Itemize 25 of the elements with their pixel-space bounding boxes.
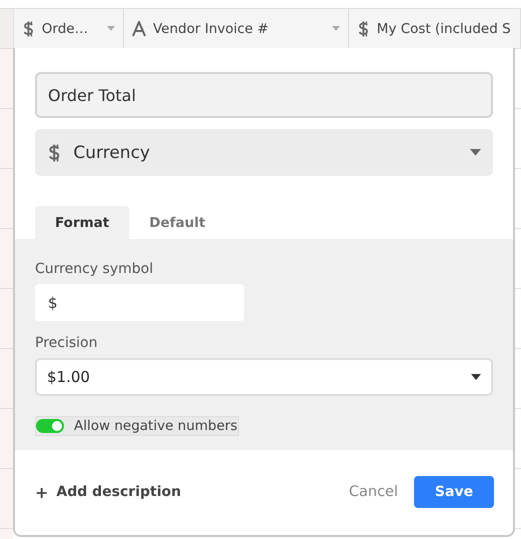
toggle-label: Allow negative numbers: [74, 418, 238, 434]
tab[interactable]: Default: [129, 206, 226, 239]
caret-icon: [470, 149, 481, 156]
add-description-button[interactable]: + Add description: [35, 482, 182, 502]
precision-select[interactable]: $1.00: [35, 358, 493, 396]
field-label: Precision: [35, 335, 98, 351]
cancel-button[interactable]: Cancel: [332, 484, 414, 500]
caret-icon: [332, 26, 340, 31]
toggle-switch[interactable]: [36, 419, 64, 433]
currency-icon: [357, 20, 370, 36]
caret-icon: [471, 374, 481, 380]
field-label: Currency symbol: [35, 261, 154, 277]
tab[interactable]: Format: [35, 206, 130, 239]
column-label: Orde…: [42, 20, 88, 36]
text-type-icon: [132, 20, 146, 36]
column-label: My Cost (included S: [376, 20, 511, 36]
field-type-select[interactable]: Currency: [35, 129, 493, 176]
currency-icon: [47, 144, 62, 162]
caret-icon: [107, 26, 115, 31]
toggle-option[interactable]: Allow negative numbers: [35, 416, 240, 436]
save-button[interactable]: Save: [414, 476, 494, 508]
currency-icon: [22, 20, 35, 36]
column-label: Vendor Invoice #: [153, 20, 269, 36]
field-name-input[interactable]: Order Total: [35, 72, 493, 118]
currency-symbol-input[interactable]: $: [35, 284, 244, 321]
